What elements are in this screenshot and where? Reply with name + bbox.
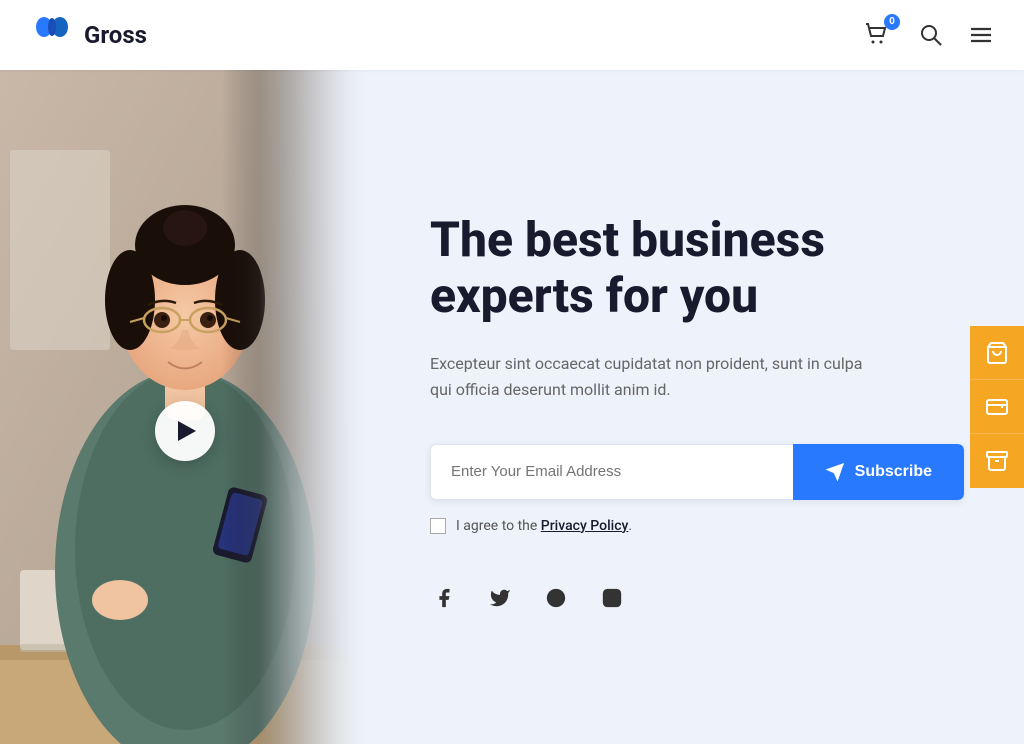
- sidebar-cart-tile[interactable]: [970, 326, 1024, 380]
- email-form: Subscribe: [430, 444, 964, 500]
- instagram-icon: [601, 587, 623, 609]
- main-container: The best business experts for you Except…: [0, 70, 1024, 744]
- hero-title: The best business experts for you: [430, 212, 910, 322]
- subscribe-label: Subscribe: [855, 463, 932, 481]
- twitter-link[interactable]: [486, 584, 514, 612]
- facebook-link[interactable]: [430, 584, 458, 612]
- sidebar-wallet-tile[interactable]: [970, 380, 1024, 434]
- privacy-row: I agree to the Privacy Policy.: [430, 518, 964, 534]
- privacy-policy-link[interactable]: Privacy Policy: [541, 518, 629, 534]
- email-input[interactable]: [430, 444, 793, 500]
- floating-sidebar: [970, 326, 1024, 488]
- sidebar-archive-tile[interactable]: [970, 434, 1024, 488]
- cart-badge: 0: [884, 14, 900, 30]
- cart-button[interactable]: 0: [858, 16, 894, 55]
- sidebar-archive-icon: [985, 449, 1009, 473]
- logo-area: Gross: [30, 17, 147, 53]
- menu-button[interactable]: [968, 22, 994, 48]
- sidebar-wallet-icon: [985, 395, 1009, 419]
- facebook-icon: [433, 587, 455, 609]
- dribbble-icon: [545, 587, 567, 609]
- social-row: [430, 584, 964, 612]
- instagram-link[interactable]: [598, 584, 626, 612]
- subscribe-button[interactable]: Subscribe: [793, 444, 964, 500]
- privacy-text: I agree to the Privacy Policy.: [456, 518, 632, 534]
- image-panel: [0, 70, 370, 744]
- header-nav: 0: [858, 16, 994, 55]
- twitter-icon: [489, 587, 511, 609]
- dribbble-link[interactable]: [542, 584, 570, 612]
- play-icon: [178, 421, 196, 441]
- privacy-checkbox[interactable]: [430, 518, 446, 534]
- play-button[interactable]: [155, 401, 215, 461]
- search-icon: [918, 22, 944, 48]
- logo-icon: [30, 17, 74, 53]
- logo-text: Gross: [84, 21, 147, 49]
- hamburger-icon: [968, 22, 994, 48]
- content-panel: The best business experts for you Except…: [370, 70, 1024, 744]
- hero-subtitle: Excepteur sint occaecat cupidatat non pr…: [430, 351, 870, 404]
- sidebar-cart-icon: [985, 341, 1009, 365]
- search-button[interactable]: [918, 22, 944, 48]
- header: Gross 0: [0, 0, 1024, 70]
- send-icon: [825, 462, 845, 482]
